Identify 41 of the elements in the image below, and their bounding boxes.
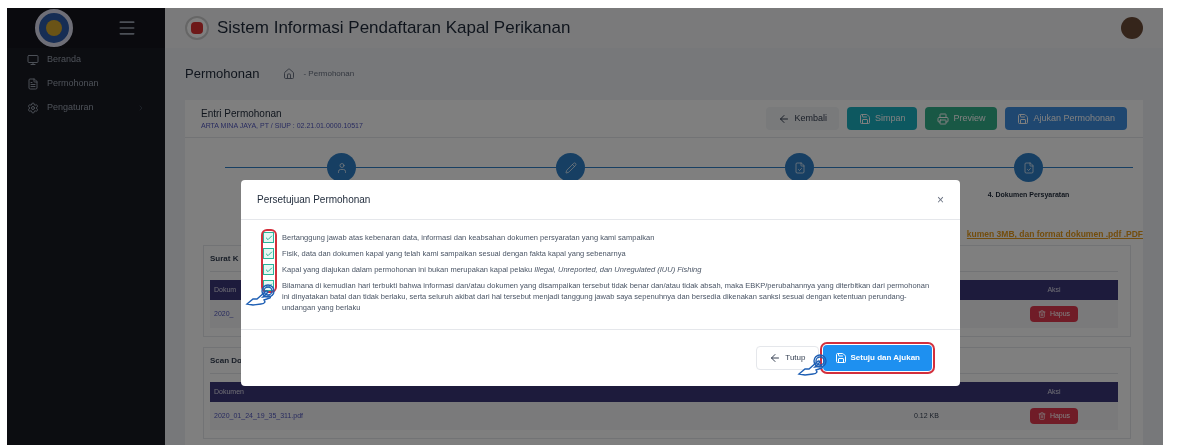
close-button[interactable]: × <box>937 190 944 209</box>
app-title: Sistem Informasi Pendaftaran Kapal Perikanan <box>217 17 572 40</box>
checkbox[interactable] <box>263 264 274 275</box>
preview-button[interactable]: Preview <box>925 107 998 130</box>
avatar-icon[interactable] <box>1121 17 1143 39</box>
document-icon <box>27 78 39 90</box>
card-title: Scan Do <box>210 354 242 367</box>
dialog-title: Persetujuan Permohonan <box>257 193 371 207</box>
entry-title: Entri Permohonan <box>201 106 283 121</box>
menu-icon[interactable] <box>117 18 137 38</box>
save-button[interactable]: Simpan <box>846 107 918 130</box>
home-icon[interactable] <box>283 68 296 80</box>
sidebar-item[interactable]: Beranda <box>7 48 165 72</box>
page-title: Permohonan <box>185 65 260 84</box>
card-title: Surat K <box>210 252 239 265</box>
user-icon <box>335 161 348 174</box>
checkbox[interactable] <box>263 280 274 291</box>
arrow-left-icon <box>778 112 791 125</box>
sidebar-item[interactable]: Permohonan <box>7 72 165 96</box>
breadcrumb[interactable]: - Permohonan <box>303 68 355 80</box>
pencil-icon <box>564 161 577 174</box>
save-icon <box>858 112 871 125</box>
gear-icon <box>27 102 39 114</box>
emblem-logo-icon <box>35 9 73 47</box>
back-button[interactable]: Kembali <box>766 107 839 130</box>
submit-button[interactable]: Ajukan Permohonan <box>1005 107 1127 130</box>
monitor-icon <box>27 54 39 66</box>
save-icon <box>1017 112 1030 125</box>
arrow-left-icon <box>769 352 782 364</box>
trash-icon <box>1037 310 1046 318</box>
checkbox[interactable] <box>263 232 274 243</box>
file-icon <box>1022 161 1035 174</box>
trash-icon <box>1037 412 1046 420</box>
upload-note: kumen 3MB, dan format dokumen .pdf .PDF <box>966 228 1143 241</box>
hand-pointer-icon <box>245 284 275 308</box>
printer-icon <box>937 112 950 125</box>
agree-submit-button[interactable]: Setuju dan Ajukan <box>822 345 932 371</box>
save-icon <box>834 352 847 364</box>
sidebar-item[interactable]: Pengaturan <box>7 96 165 120</box>
file-icon <box>793 161 806 174</box>
checkbox[interactable] <box>263 248 274 259</box>
